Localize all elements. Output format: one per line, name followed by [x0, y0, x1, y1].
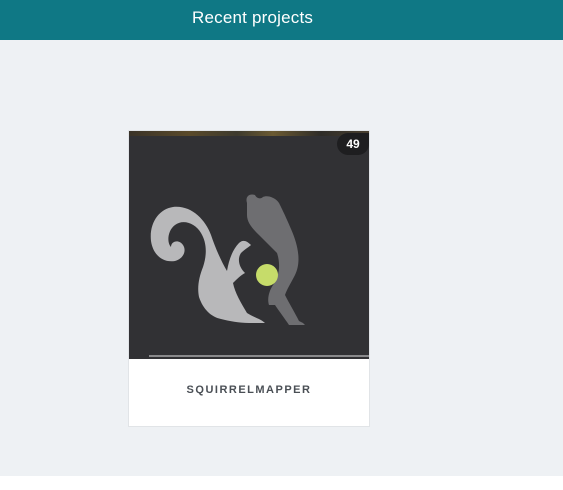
- project-thumbnail[interactable]: 49: [129, 131, 369, 359]
- acorn-shape: [256, 264, 278, 286]
- squirrel-light-shape: [150, 206, 265, 323]
- project-card[interactable]: 49 SQUIRRELMAPPER: [128, 130, 370, 427]
- item-count-badge: 49: [337, 133, 369, 155]
- squirrel-logo-icon: [150, 194, 305, 325]
- bottom-strip: [0, 476, 563, 490]
- squirrel-dark-shape: [246, 194, 305, 325]
- page-title: Recent projects: [192, 8, 314, 27]
- top-bar: Recent projects: [0, 0, 563, 40]
- thumbnail-divider: [149, 355, 369, 357]
- project-name[interactable]: SQUIRRELMAPPER: [129, 359, 369, 426]
